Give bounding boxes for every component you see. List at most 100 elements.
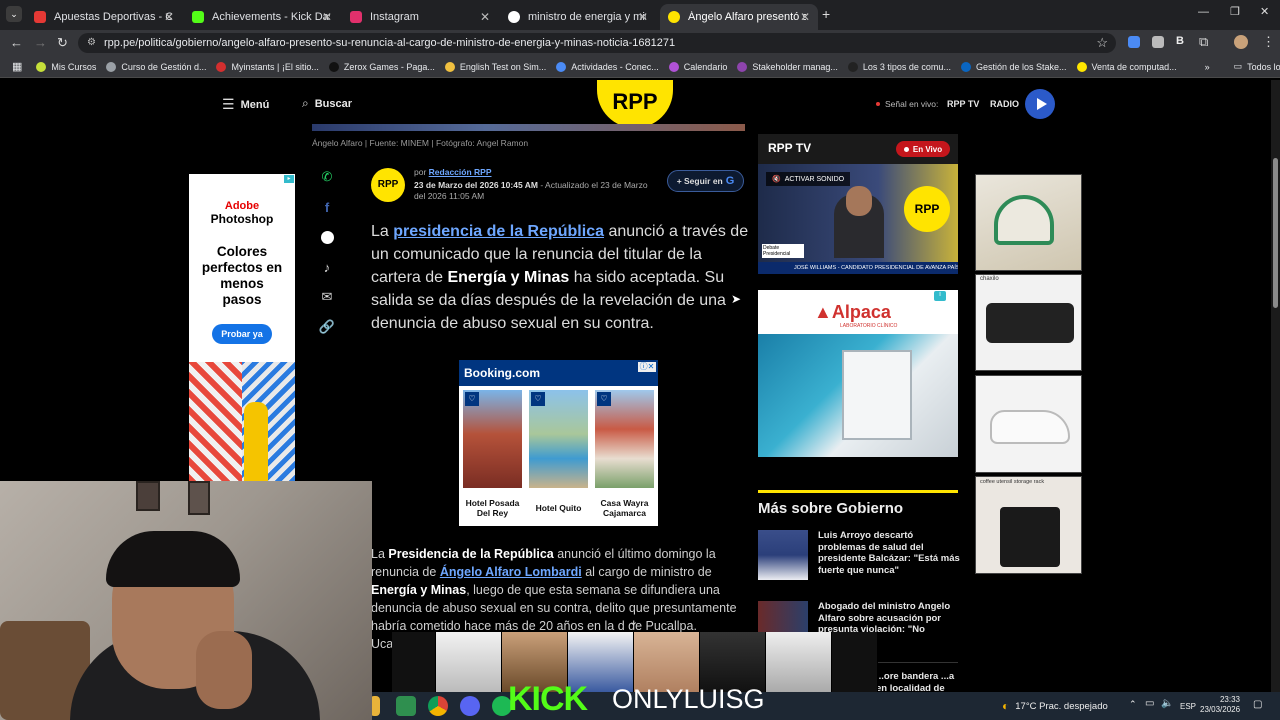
more-menu-icon[interactable]: ⋮ bbox=[1262, 34, 1275, 50]
minimize-button[interactable]: — bbox=[1198, 6, 1209, 18]
tab-search-button[interactable]: ⌄ bbox=[6, 6, 22, 22]
heart-icon[interactable]: ♡ bbox=[597, 392, 611, 406]
activar-sonido-button[interactable]: 🔇 ACTIVAR SONIDO bbox=[766, 172, 851, 186]
tab-rpp-article[interactable]: Ángelo Alfaro presentó su renu✕ bbox=[660, 4, 818, 30]
ad-info-icon[interactable]: i bbox=[934, 291, 946, 301]
bookmark-item[interactable]: Curso de Gestión d... bbox=[106, 61, 206, 72]
new-tab-button[interactable]: + bbox=[822, 6, 830, 22]
bookmark-item[interactable]: Actividades - Conec... bbox=[556, 61, 659, 72]
copy-link-icon[interactable]: 🔗 bbox=[318, 318, 336, 336]
bookmark-favicon-icon bbox=[668, 61, 679, 72]
address-bar[interactable]: ⚙ rpp.pe/politica/gobierno/angelo-alfaro… bbox=[78, 33, 1116, 53]
page-scrollbar[interactable] bbox=[1271, 80, 1280, 692]
whatsapp-share-icon[interactable]: ✆ bbox=[318, 168, 336, 186]
menu-button[interactable]: ☰ Menú bbox=[222, 96, 269, 113]
follow-google-button[interactable]: + Seguir en G bbox=[667, 170, 744, 192]
extensions-puzzle-icon[interactable]: ⧉ bbox=[1199, 34, 1208, 50]
close-icon[interactable]: ✕ bbox=[322, 10, 332, 24]
extension-icon[interactable] bbox=[1152, 36, 1164, 48]
close-icon[interactable]: ✕ bbox=[800, 10, 810, 24]
apps-grid-icon[interactable]: ▦ bbox=[12, 60, 22, 73]
bookmark-item[interactable]: Stakeholder manag... bbox=[737, 61, 838, 72]
forward-icon[interactable]: → bbox=[34, 35, 47, 50]
product-ad-sneaker[interactable] bbox=[975, 375, 1082, 473]
restore-button[interactable]: ❐ bbox=[1230, 5, 1240, 18]
live-signal: Señal en vivo: bbox=[876, 99, 938, 109]
close-window-button[interactable]: ✕ bbox=[1260, 5, 1269, 18]
bookmarks-overflow-icon[interactable]: » bbox=[1205, 62, 1210, 72]
scrollbar-thumb[interactable] bbox=[1273, 158, 1278, 308]
bookmark-item[interactable]: Gestión de los Stake... bbox=[960, 61, 1067, 72]
email-share-icon[interactable]: ✉ bbox=[318, 288, 336, 306]
product-ad-cap[interactable] bbox=[975, 174, 1082, 271]
network-icon[interactable]: ▭ bbox=[1145, 698, 1154, 709]
hotel-card[interactable]: ♡ Casa Wayra Cajamarca bbox=[595, 390, 654, 520]
tab-apuestas[interactable]: Apuestas Deportivas - Casa de✕ bbox=[26, 4, 182, 30]
site-info-icon[interactable]: ⚙ bbox=[87, 37, 96, 48]
clock[interactable]: 23:33 23/03/2026 bbox=[1200, 695, 1240, 715]
language-indicator[interactable]: ESP bbox=[1180, 702, 1196, 711]
instagram-icon bbox=[350, 11, 362, 23]
discord-icon[interactable] bbox=[460, 696, 480, 716]
tab-google-search[interactable]: ministro de energia y minas an✕ bbox=[500, 4, 656, 30]
author-avatar[interactable]: RPP bbox=[371, 168, 405, 202]
presidencia-link[interactable]: presidencia de la República bbox=[393, 223, 604, 240]
back-icon[interactable]: ← bbox=[10, 35, 23, 50]
overlay-image bbox=[436, 632, 502, 692]
bookmark-item[interactable]: Mis Cursos bbox=[36, 61, 96, 72]
close-icon[interactable]: ✕ bbox=[164, 10, 174, 24]
bookmark-item[interactable]: Calendario bbox=[668, 61, 727, 72]
bookmarks-bar: ▦ Mis Cursos Curso de Gestión d... Myinsta… bbox=[0, 56, 1280, 78]
bookmark-star-icon[interactable]: ☆ bbox=[1096, 35, 1108, 51]
tray-chevron-icon[interactable]: ⌃ bbox=[1129, 699, 1137, 710]
mas-sobre-title: Más sobre Gobierno bbox=[758, 500, 904, 517]
adobe-photoshop-ad[interactable]: ▸ Adobe Photoshop Colores perfectos en m… bbox=[189, 174, 295, 362]
profile-avatar[interactable] bbox=[1234, 35, 1248, 49]
ad-info-icon[interactable]: ▸ bbox=[284, 175, 294, 183]
bookmark-item[interactable]: Zerox Games - Paga... bbox=[328, 61, 435, 72]
tab-favicon-icon bbox=[34, 11, 46, 23]
angelo-alfaro-link[interactable]: Ángelo Alfaro Lombardi bbox=[440, 565, 582, 579]
store-icon[interactable] bbox=[396, 696, 416, 716]
product-ad-rack[interactable]: coffee utensil storage rack bbox=[975, 476, 1082, 574]
author-link[interactable]: Redacción RPP bbox=[429, 167, 492, 177]
close-icon[interactable]: ✕ bbox=[638, 10, 648, 24]
ad-close-icon[interactable]: ⓘ✕ bbox=[638, 362, 656, 372]
volume-icon[interactable]: 🔈 bbox=[1161, 698, 1173, 709]
channel-name: ONLYLUISG bbox=[612, 684, 765, 714]
tiktok-share-icon[interactable]: ♪ bbox=[318, 258, 336, 276]
tab-kick[interactable]: Achievements - Kick Dashboard✕ bbox=[184, 4, 340, 30]
tab-instagram[interactable]: Instagram ✕ bbox=[342, 4, 498, 30]
extension-icon[interactable]: B bbox=[1176, 35, 1184, 47]
probar-button[interactable]: Probar ya bbox=[212, 324, 272, 344]
close-icon[interactable]: ✕ bbox=[480, 10, 490, 24]
chevron-down-icon[interactable]: ⌄ bbox=[629, 615, 638, 628]
all-bookmarks-folder[interactable]: ▭Todos los favoritos bbox=[1234, 61, 1280, 72]
hotel-card[interactable]: ♡ Hotel Quito bbox=[529, 390, 588, 520]
heart-icon[interactable]: ♡ bbox=[465, 392, 479, 406]
en-vivo-badge[interactable]: En Vivo bbox=[896, 141, 950, 157]
chrome-icon[interactable] bbox=[428, 696, 448, 716]
bookmark-item[interactable]: Venta de computad... bbox=[1076, 61, 1177, 72]
bookmark-item[interactable]: English Test on Sim... bbox=[444, 61, 546, 72]
rpp-tv-player[interactable]: 🔇 ACTIVAR SONIDO RPP Debate Presidencial … bbox=[758, 164, 958, 274]
person-hair bbox=[106, 531, 240, 587]
radio-link[interactable]: RADIO bbox=[990, 99, 1019, 109]
bookmark-item[interactable]: Los 3 tipos de comu... bbox=[847, 61, 951, 72]
rpp-tv-set-logo: RPP bbox=[904, 186, 950, 232]
notifications-icon[interactable]: ▢ bbox=[1253, 699, 1262, 710]
threads-share-icon[interactable] bbox=[318, 228, 336, 246]
extension-icon[interactable] bbox=[1128, 36, 1140, 48]
weather-widget[interactable]: ◐ 17°C Prac. despejado bbox=[1002, 699, 1108, 713]
news-item[interactable]: Luis Arroyo descartó problemas de salud … bbox=[758, 530, 960, 582]
alpaca-ad[interactable]: i ▲Alpaca LABORATORIO CLÍNICO bbox=[758, 290, 958, 457]
bookmark-item[interactable]: Myinstants | ¡El sitio... bbox=[216, 61, 319, 72]
heart-icon[interactable]: ♡ bbox=[531, 392, 545, 406]
play-live-button[interactable] bbox=[1025, 89, 1055, 119]
facebook-share-icon[interactable]: f bbox=[318, 198, 336, 216]
reload-icon[interactable]: ↻ bbox=[57, 35, 68, 51]
search-button[interactable]: ⌕ Buscar bbox=[302, 96, 352, 111]
rpp-tv-link[interactable]: RPP TV bbox=[947, 99, 979, 109]
hotel-card[interactable]: ♡ Hotel Posada Del Rey bbox=[463, 390, 522, 520]
product-ad-espresso[interactable]: chaxilo bbox=[975, 274, 1082, 371]
